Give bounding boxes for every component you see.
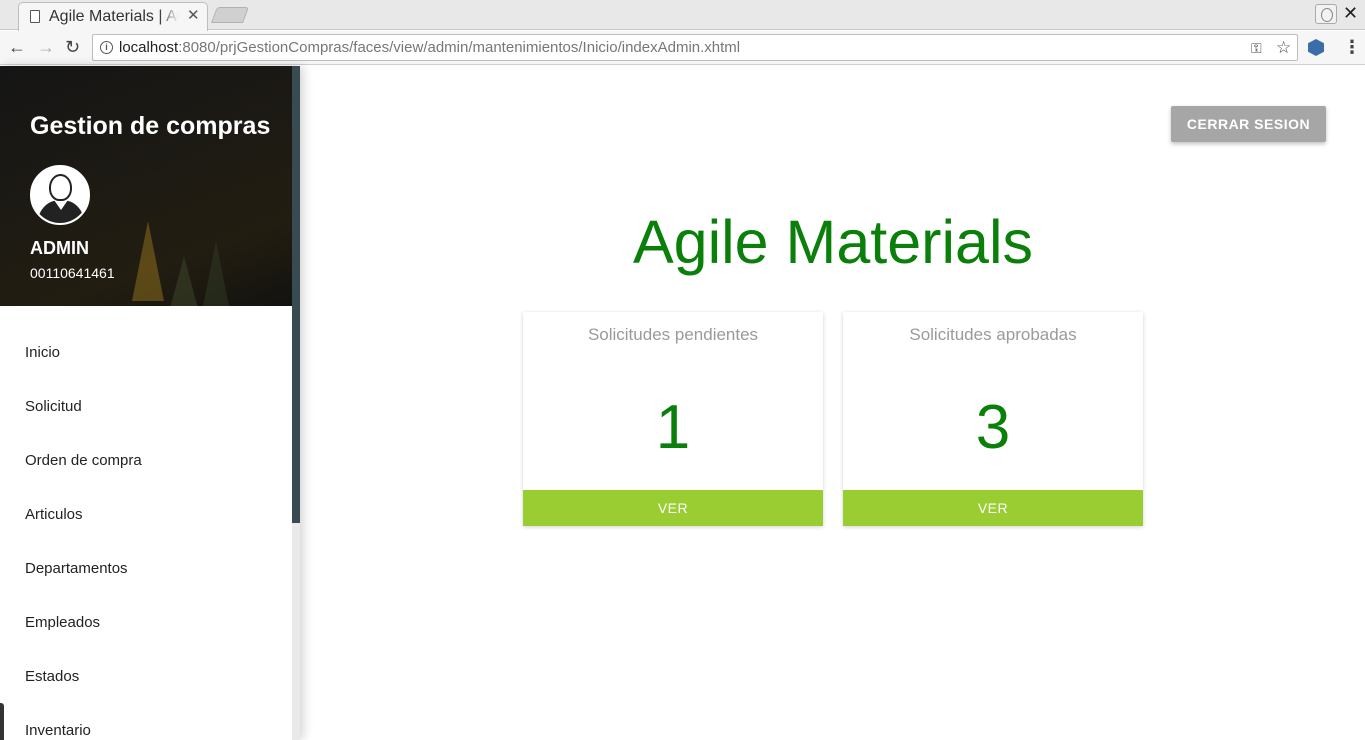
sidebar-item-solicitud[interactable]: Solicitud (0, 380, 292, 434)
browser-tab-bar: Agile Materials | Agile Materials ✕ ✕ (0, 0, 1365, 31)
sidebar-item-inicio[interactable]: Inicio (0, 326, 292, 380)
address-bar[interactable]: i localhost:8080/prjGestionCompras/faces… (92, 34, 1298, 61)
window-close-icon[interactable]: ✕ (1343, 3, 1358, 24)
browser-tab[interactable]: Agile Materials | Agile Materials ✕ (18, 2, 208, 31)
url-path: :8080/prjGestionCompras/faces/view/admin… (178, 39, 741, 56)
background-tree-decoration (132, 221, 164, 301)
url-host: localhost (119, 39, 179, 56)
user-name: ADMIN (30, 238, 89, 258)
sidebar-item-empleados[interactable]: Empleados (0, 596, 292, 650)
sidebar-scrollbar-thumb[interactable] (292, 66, 300, 523)
sidebar-item-departamentos[interactable]: Departamentos (0, 542, 292, 596)
tab-close-icon[interactable]: ✕ (187, 8, 200, 24)
card-label: Solicitudes pendientes (587, 325, 759, 344)
key-icon[interactable]: ⚿ (1251, 40, 1262, 57)
extension-icon[interactable] (1308, 39, 1324, 56)
view-approved-button[interactable]: VER (843, 490, 1143, 526)
page-title: Agile Materials (632, 208, 1034, 276)
bookmark-star-icon[interactable]: ☆ (1276, 38, 1291, 58)
approved-requests-card: Solicitudes aprobadas 3 VER (843, 312, 1143, 526)
browser-menu-icon[interactable]: ⋮ (1343, 37, 1361, 57)
url-text: localhost:8080/prjGestionCompras/faces/v… (119, 39, 740, 56)
reload-icon[interactable]: ↻ (65, 37, 80, 57)
sidebar-item-inventario[interactable]: Inventario (0, 704, 292, 740)
sidebar-header: Gestion de compras ADMIN 00110641461 (0, 66, 292, 306)
page-icon (30, 10, 40, 23)
tab-title: Agile Materials | Agile Materials (49, 8, 179, 26)
browser-toolbar: ← → ↻ i localhost:8080/prjGestionCompras… (0, 31, 1365, 65)
card-count: 1 (655, 393, 691, 462)
sidebar: Gestion de compras ADMIN 00110641461 Ini… (0, 66, 300, 740)
card-label: Solicitudes aprobadas (909, 325, 1077, 344)
avatar (30, 165, 90, 225)
background-tree-decoration (168, 256, 200, 306)
edge-handle (0, 703, 4, 740)
logout-button[interactable]: CERRAR SESION (1171, 106, 1326, 142)
forward-icon[interactable]: → (37, 37, 55, 57)
view-pending-button[interactable]: VER (523, 490, 823, 526)
sidebar-menu: Inicio Solicitud Orden de compra Articul… (0, 326, 292, 740)
profile-icon[interactable] (1315, 4, 1337, 24)
avatar-head-shape (49, 174, 72, 201)
sidebar-item-estados[interactable]: Estados (0, 650, 292, 704)
back-icon[interactable]: ← (8, 37, 26, 57)
card-count: 3 (975, 393, 1011, 462)
sidebar-item-orden-de-compra[interactable]: Orden de compra (0, 434, 292, 488)
new-tab-button[interactable] (211, 7, 249, 23)
sidebar-item-articulos[interactable]: Articulos (0, 488, 292, 542)
background-tree-decoration (200, 241, 232, 306)
user-id: 00110641461 (30, 265, 115, 281)
info-icon[interactable]: i (100, 41, 113, 54)
pending-requests-card: Solicitudes pendientes 1 VER (523, 312, 823, 526)
app-title: Gestion de compras (30, 112, 271, 140)
